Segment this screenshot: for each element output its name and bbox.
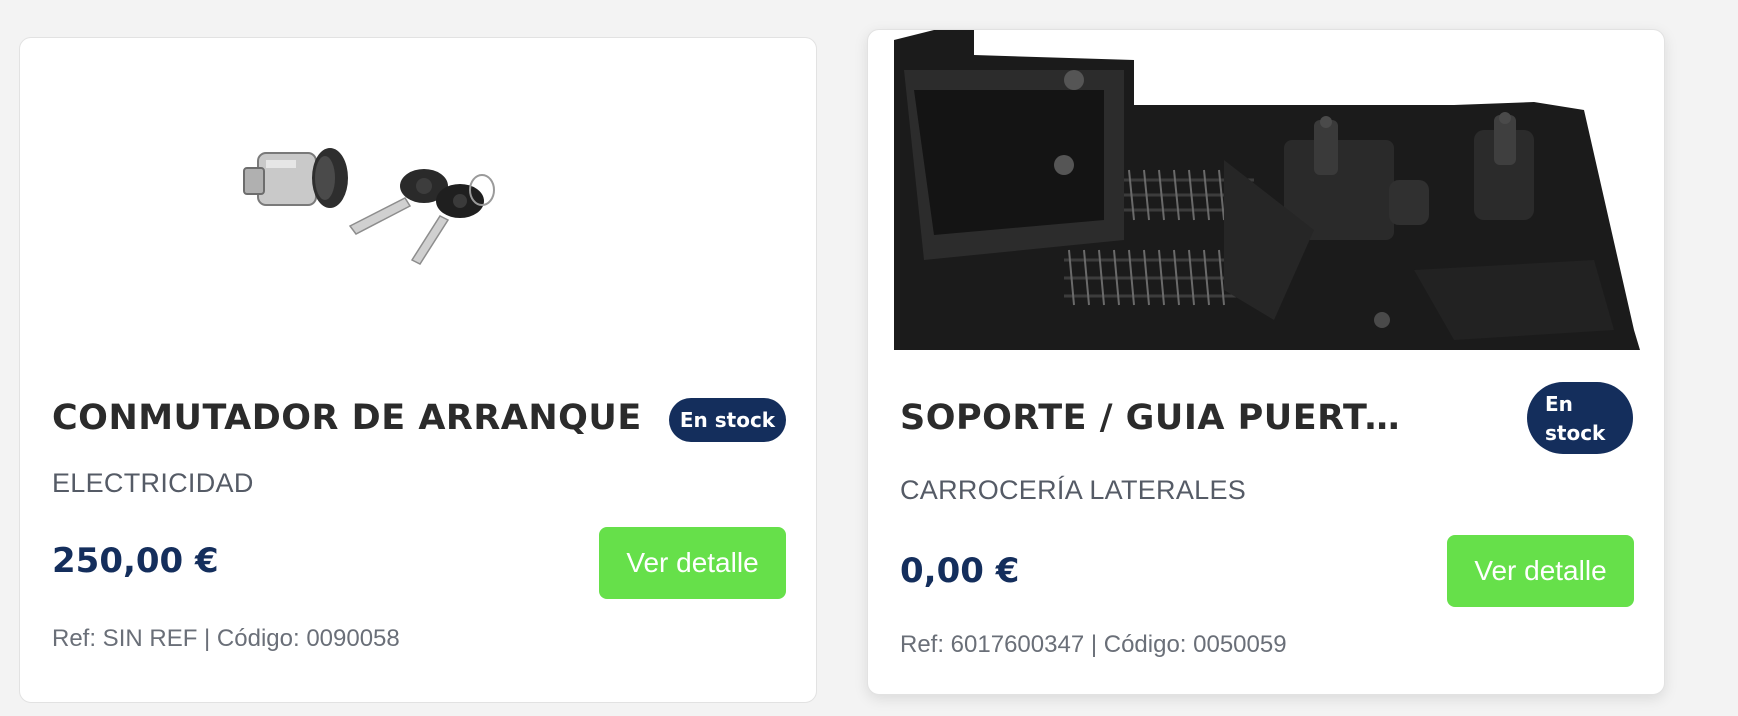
product-category: ELECTRICIDAD [52,468,254,498]
product-ref-code: Ref: SIN REF | Código: 0090058 [52,625,400,652]
stock-badge: En stock [669,398,786,442]
product-category: CARROCERÍA LATERALES [900,475,1247,505]
product-card[interactable]: CONMUTADOR DE ARRANQUE En stock ELECTRIC… [19,37,817,703]
ignition-switch-image [243,148,495,265]
product-ref-code: Ref: 6017600347 | Código: 0050059 [900,631,1287,658]
door-guide-bracket-image [894,30,1640,350]
product-title[interactable]: CONMUTADOR DE ARRANQUE [52,398,652,438]
view-detail-button[interactable]: Ver detalle [599,527,786,599]
product-card[interactable]: SOPORTE / GUIA PUERTA... En stock CARROC… [867,29,1665,695]
product-price: 0,00 € [900,551,1020,591]
product-image[interactable] [20,38,816,356]
product-price: 250,00 € [52,541,219,581]
view-detail-button[interactable]: Ver detalle [1447,535,1634,607]
product-title[interactable]: SOPORTE / GUIA PUERTA... [900,398,1420,438]
stock-badge: En stock [1527,382,1633,454]
product-image[interactable] [894,30,1640,350]
